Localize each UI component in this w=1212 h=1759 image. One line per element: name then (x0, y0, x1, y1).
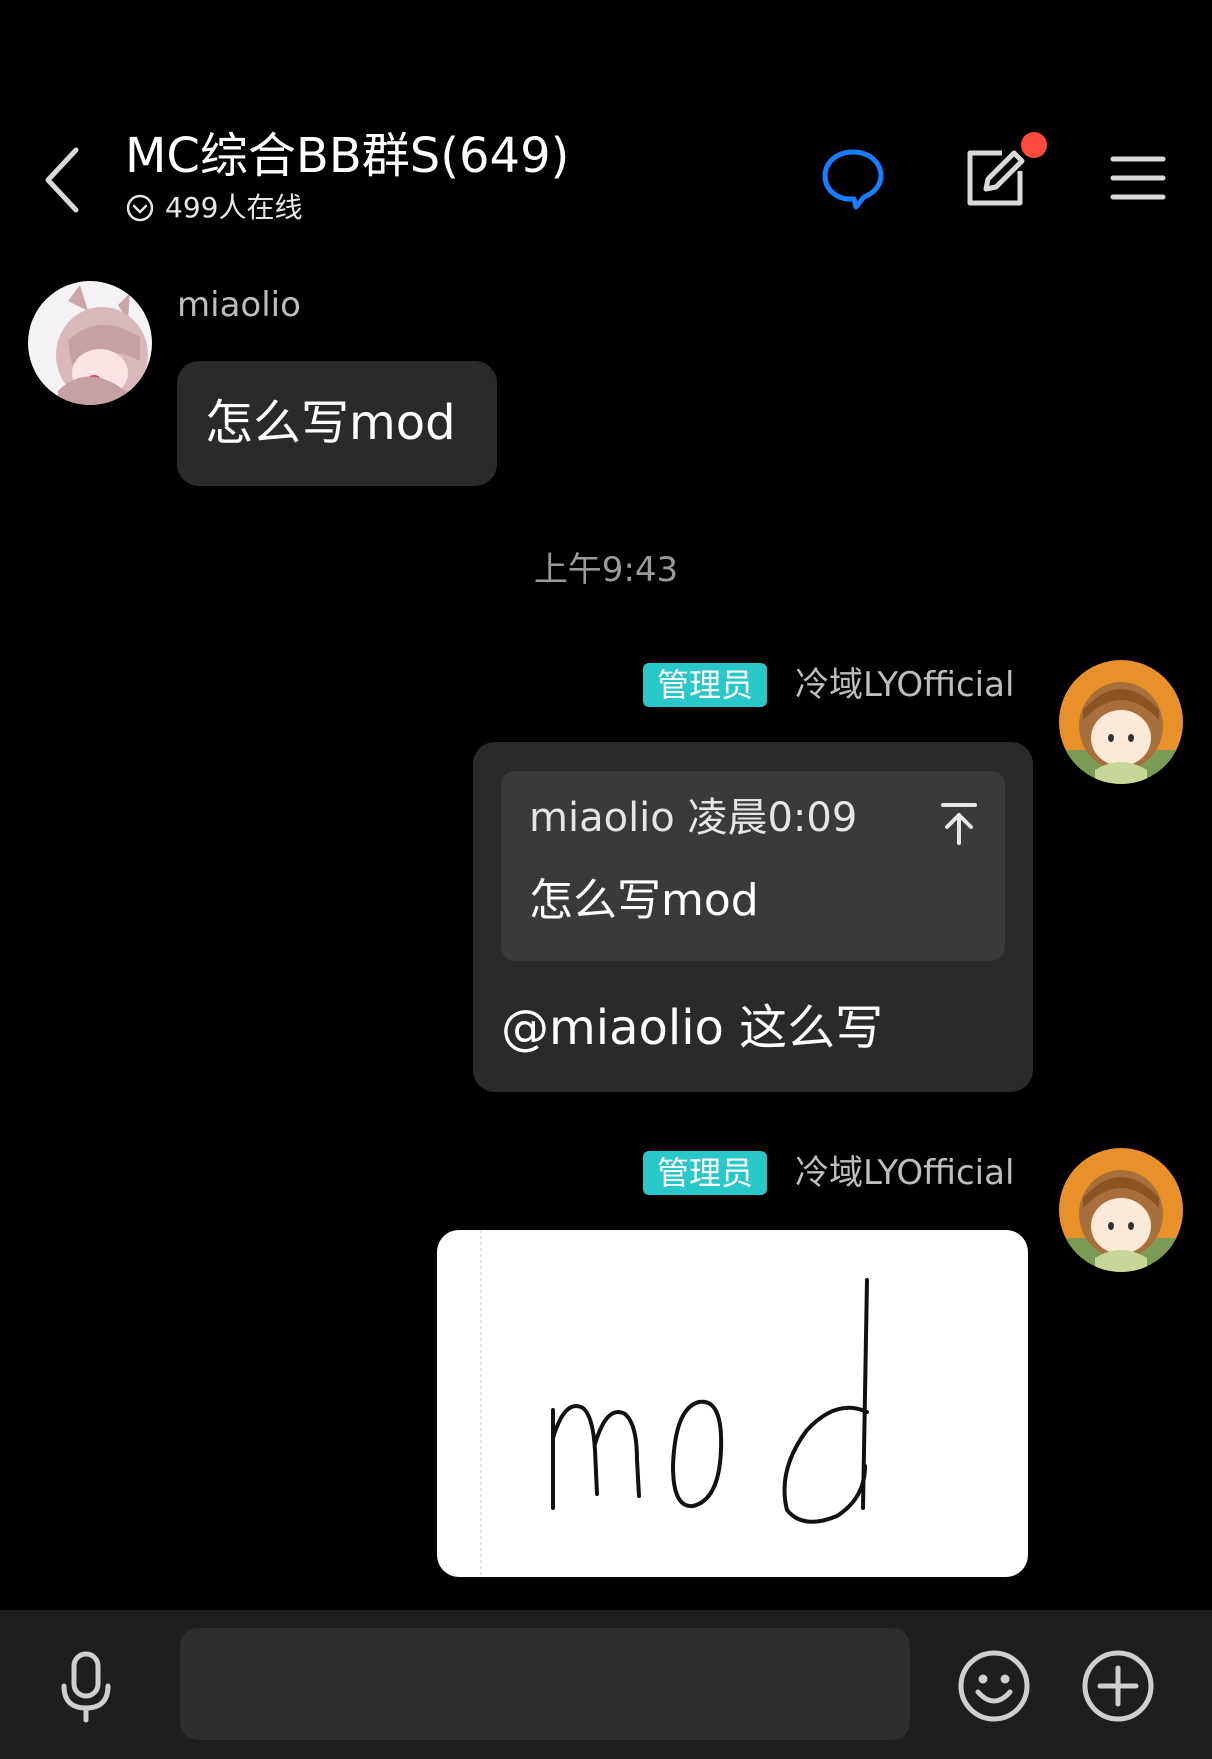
image-message[interactable] (437, 1230, 1028, 1577)
notification-dot (1021, 132, 1047, 158)
emoji-button[interactable] (956, 1648, 1032, 1724)
quote-text: 怎么写mod (529, 875, 759, 926)
compose-button[interactable] (962, 145, 1028, 211)
back-button[interactable] (40, 140, 90, 220)
menu-button[interactable] (1105, 145, 1171, 211)
chat-bubble-button[interactable] (820, 145, 886, 211)
avatar-miaolio[interactable] (28, 281, 152, 405)
avatar-lengyu[interactable] (1059, 1148, 1183, 1272)
edit-icon (967, 150, 1025, 206)
hamburger-menu-icon (1110, 156, 1166, 200)
voice-button[interactable] (48, 1648, 124, 1724)
chat-bubble-icon (822, 149, 884, 210)
message-text: @miaolio 这么写 (501, 1000, 884, 1056)
add-button[interactable] (1080, 1648, 1156, 1724)
handwritten-mod-image (480, 1230, 869, 1577)
quoted-message[interactable]: miaolio 凌晨0:09 怎么写mod (501, 771, 1005, 961)
sender-name[interactable]: 冷域LYOfficial (795, 663, 1014, 707)
anime-boy-avatar-icon (1059, 660, 1183, 784)
chevron-left-icon (45, 147, 79, 213)
sender-name[interactable]: miaolio (177, 283, 301, 327)
message-bubble[interactable]: 怎么写mod (177, 361, 497, 486)
anime-boy-avatar-icon (1059, 1148, 1183, 1272)
chevron-down-circle-icon (126, 194, 154, 222)
online-count-label: 499人在线 (165, 191, 303, 224)
admin-badge: 管理员 (643, 663, 768, 707)
message-text: 怎么写mod (205, 395, 456, 451)
chat-title[interactable]: MC综合BB群S(649) (125, 126, 569, 186)
jump-to-message-button[interactable] (939, 801, 979, 849)
message-bubble[interactable]: miaolio 凌晨0:09 怎么写mod @miaolio 这么写 (473, 742, 1033, 1092)
message-timestamp: 上午9:43 (533, 550, 679, 590)
online-count[interactable]: 499人在线 (125, 190, 302, 226)
smiley-icon (958, 1650, 1030, 1722)
admin-badge: 管理员 (643, 1151, 768, 1195)
avatar-lengyu[interactable] (1059, 660, 1183, 784)
quote-author-time: miaolio 凌晨0:09 (529, 795, 858, 841)
message-input[interactable] (180, 1628, 910, 1740)
sender-name[interactable]: 冷域LYOfficial (795, 1151, 1014, 1195)
microphone-icon (61, 1651, 111, 1723)
plus-circle-icon (1082, 1650, 1154, 1722)
arrow-up-to-top-icon (941, 803, 977, 845)
anime-girl-avatar-icon (28, 281, 152, 405)
